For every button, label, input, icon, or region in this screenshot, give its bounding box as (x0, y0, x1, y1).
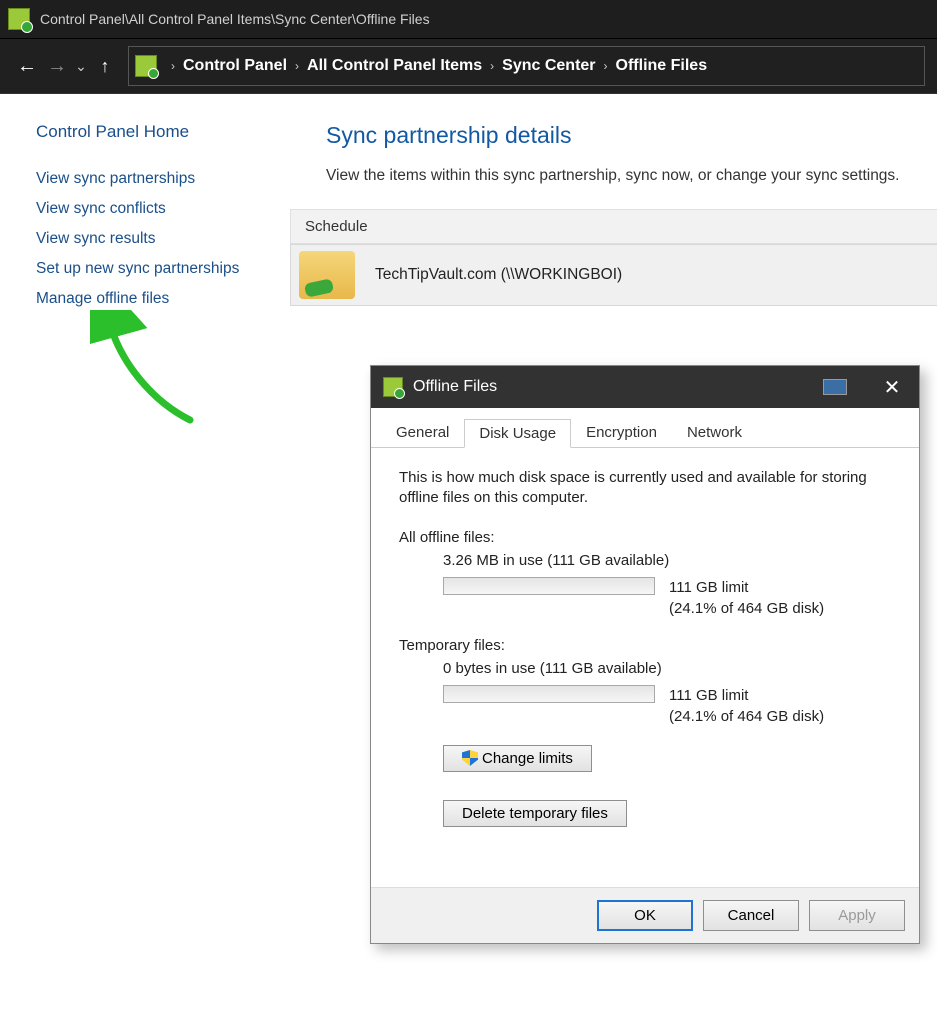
tab-network[interactable]: Network (672, 418, 757, 447)
sidebar: Control Panel Home View sync partnership… (0, 94, 290, 1024)
tab-body-disk-usage: This is how much disk space is currently… (371, 448, 919, 887)
sidebar-link-setup-new[interactable]: Set up new sync partnerships (36, 260, 266, 278)
delete-temp-label: Delete temporary files (462, 805, 608, 822)
temp-files-percent: (24.1% of 464 GB disk) (669, 706, 824, 727)
temp-files-limit-info: 111 GB limit (24.1% of 464 GB disk) (669, 685, 824, 727)
temp-files-usage: 0 bytes in use (111 GB available) (443, 660, 891, 677)
all-files-percent: (24.1% of 464 GB disk) (669, 598, 824, 619)
temp-files-meter (443, 685, 655, 703)
all-files-meter (443, 577, 655, 595)
page-heading: Sync partnership details (326, 122, 937, 149)
location-icon (135, 55, 157, 77)
temp-files-limit: 111 GB limit (669, 685, 824, 706)
schedule-button[interactable]: Schedule (305, 218, 368, 235)
sidebar-link-view-conflicts[interactable]: View sync conflicts (36, 200, 266, 218)
control-panel-home-link[interactable]: Control Panel Home (36, 122, 266, 142)
apply-button[interactable]: Apply (809, 900, 905, 931)
crumb-offline-files[interactable]: Offline Files (616, 57, 708, 75)
sidebar-link-manage-offline[interactable]: Manage offline files (36, 290, 266, 308)
all-files-limit: 111 GB limit (669, 577, 824, 598)
all-files-limit-info: 111 GB limit (24.1% of 464 GB disk) (669, 577, 824, 619)
sidebar-link-view-results[interactable]: View sync results (36, 230, 266, 248)
tab-disk-usage[interactable]: Disk Usage (464, 419, 571, 448)
back-button[interactable]: ← (12, 55, 42, 78)
dialog-title-bar[interactable]: Offline Files ✕ (371, 366, 919, 408)
nav-bar: ← → ⌄ ↑ › Control Panel › All Control Pa… (0, 38, 937, 94)
chevron-right-icon: › (287, 59, 307, 73)
toolbar-strip: Schedule (290, 209, 937, 244)
crumb-sync-center[interactable]: Sync Center (502, 57, 595, 75)
crumb-all-items[interactable]: All Control Panel Items (307, 57, 482, 75)
delete-temp-files-button[interactable]: Delete temporary files (443, 800, 627, 827)
offline-files-dialog: Offline Files ✕ General Disk Usage Encry… (370, 365, 920, 944)
window-title-text: Control Panel\All Control Panel Items\Sy… (40, 11, 430, 27)
change-limits-label: Change limits (482, 750, 573, 767)
sync-folder-icon (299, 251, 355, 299)
history-dropdown[interactable]: ⌄ (72, 58, 90, 75)
tab-strip: General Disk Usage Encryption Network (371, 408, 919, 448)
partnership-item[interactable]: TechTipVault.com (\\WORKINGBOI) (290, 244, 937, 306)
dialog-icon (383, 377, 403, 397)
disk-usage-description: This is how much disk space is currently… (399, 468, 891, 509)
temp-files-label: Temporary files: (399, 637, 891, 654)
page-description: View the items within this sync partners… (326, 167, 937, 185)
sidebar-link-view-partnerships[interactable]: View sync partnerships (36, 170, 266, 188)
shield-icon (462, 750, 478, 766)
all-files-usage: 3.26 MB in use (111 GB available) (443, 552, 891, 569)
crumb-control-panel[interactable]: Control Panel (183, 57, 287, 75)
ok-button[interactable]: OK (597, 900, 693, 931)
forward-button[interactable]: → (42, 55, 72, 78)
close-icon[interactable]: ✕ (877, 375, 907, 400)
window-title-bar: Control Panel\All Control Panel Items\Sy… (0, 0, 937, 38)
tab-general[interactable]: General (381, 418, 464, 447)
partnership-name: TechTipVault.com (\\WORKINGBOI) (375, 266, 622, 284)
chevron-right-icon: › (482, 59, 502, 73)
change-limits-button[interactable]: Change limits (443, 745, 592, 772)
all-offline-files-label: All offline files: (399, 529, 891, 546)
up-button[interactable]: ↑ (90, 56, 120, 77)
cancel-button[interactable]: Cancel (703, 900, 799, 931)
chevron-right-icon: › (163, 59, 183, 73)
dialog-help-icon[interactable] (823, 379, 847, 395)
tab-encryption[interactable]: Encryption (571, 418, 672, 447)
address-bar[interactable]: › Control Panel › All Control Panel Item… (128, 46, 925, 86)
chevron-right-icon: › (596, 59, 616, 73)
sync-center-icon (8, 8, 30, 30)
dialog-footer: OK Cancel Apply (371, 887, 919, 943)
dialog-title-text: Offline Files (413, 378, 497, 396)
